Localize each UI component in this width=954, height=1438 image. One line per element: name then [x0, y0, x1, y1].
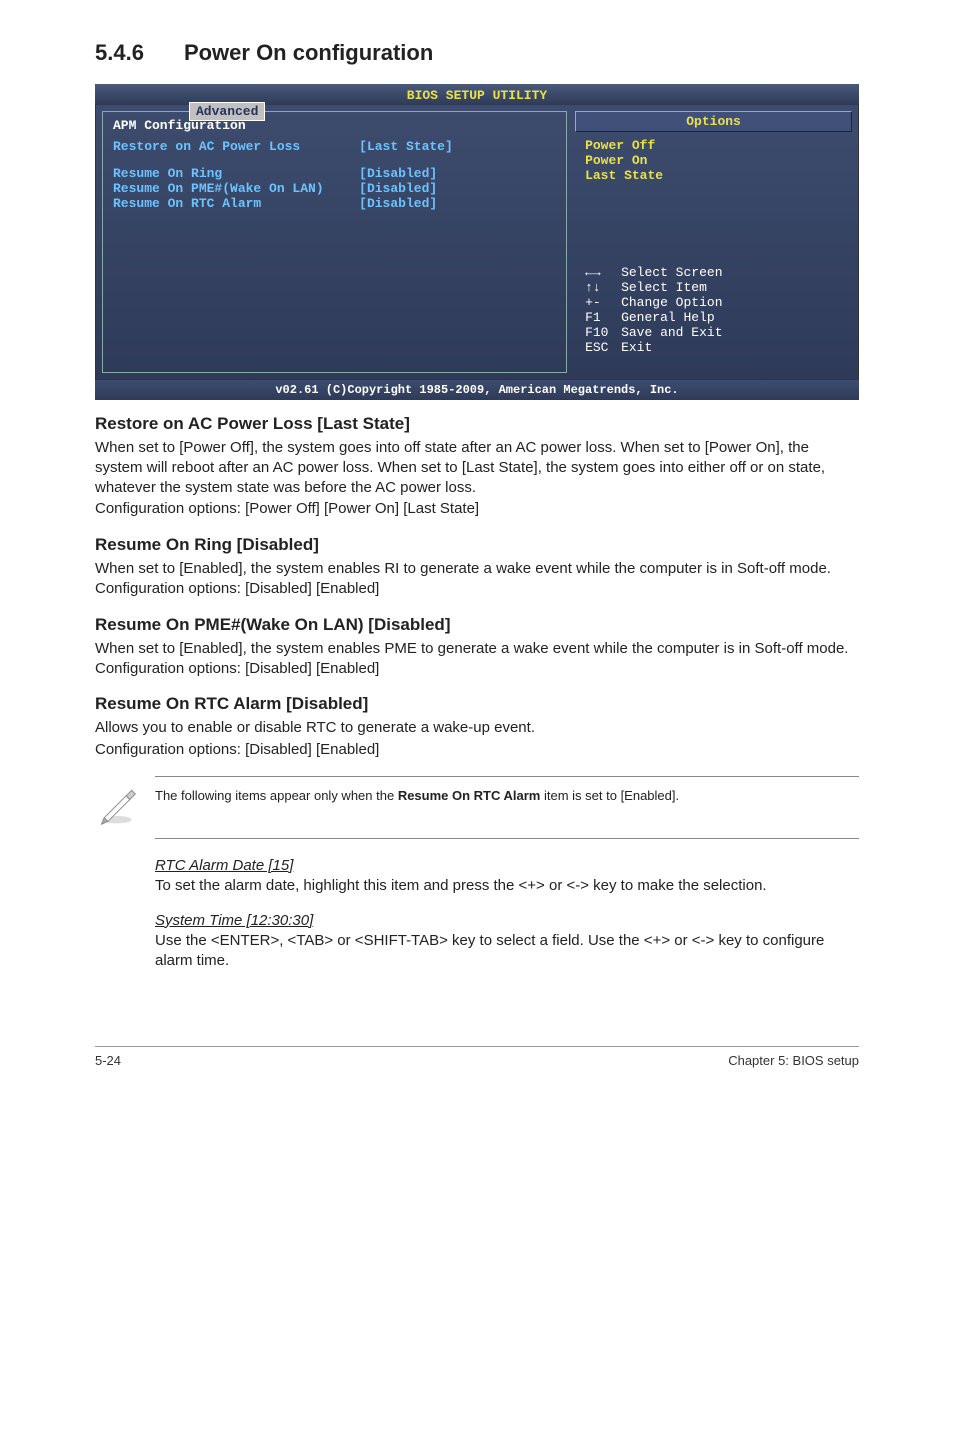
bios-setting-value: [Disabled]: [359, 196, 556, 211]
bios-left-panel: APM Configuration Restore on AC Power Lo…: [102, 111, 567, 373]
heading-resume-pme: Resume On PME#(Wake On LAN) [Disabled]: [95, 615, 859, 635]
bios-help-label: Exit: [621, 340, 652, 355]
bios-help-key: ↑↓: [585, 280, 621, 295]
para-resume-ring: When set to [Enabled], the system enable…: [95, 559, 859, 599]
note-text-pre: The following items appear only when the: [155, 788, 398, 803]
bios-utility-title: BIOS SETUP UTILITY: [407, 88, 547, 103]
bios-help-key: ESC: [585, 340, 621, 355]
bios-setting-value: [Disabled]: [359, 166, 556, 181]
para-resume-pme: When set to [Enabled], the system enable…: [95, 639, 859, 679]
note-text: The following items appear only when the…: [155, 783, 679, 805]
bios-setting-row: Resume On PME#(Wake On LAN)[Disabled]: [113, 181, 556, 196]
section-title: Power On configuration: [184, 40, 433, 65]
bios-screenshot: BIOS SETUP UTILITY Advanced APM Configur…: [95, 84, 859, 400]
bios-help-row: ←→Select Screen: [585, 265, 842, 280]
bios-help-key: +-: [585, 295, 621, 310]
pencil-note-icon: [95, 783, 155, 832]
bios-help-row: F10Save and Exit: [585, 325, 842, 340]
bios-help-label: Save and Exit: [621, 325, 722, 340]
bios-title-bar: BIOS SETUP UTILITY Advanced: [95, 84, 859, 105]
note-divider-bottom: [155, 838, 859, 839]
subheading-rtc-date: RTC Alarm Date [15]: [155, 857, 859, 874]
bios-option-item: Last State: [585, 168, 842, 183]
bios-setting-row: Resume On RTC Alarm[Disabled]: [113, 196, 556, 211]
bios-help-label: General Help: [621, 310, 715, 325]
bios-option-item: Power On: [585, 153, 842, 168]
para-restore-ac-1: When set to [Power Off], the system goes…: [95, 438, 859, 497]
bios-setting-key: Resume On Ring: [113, 166, 359, 181]
bios-help-row: +-Change Option: [585, 295, 842, 310]
bios-setting-key: Resume On PME#(Wake On LAN): [113, 181, 359, 196]
bios-help-panel: ←→Select Screen↑↓Select Item+-Change Opt…: [575, 259, 852, 373]
bios-right-panel: Options Power OffPower OnLast State ←→Se…: [575, 111, 852, 373]
heading-restore-ac: Restore on AC Power Loss [Last State]: [95, 414, 859, 434]
section-heading: 5.4.6 Power On configuration: [95, 40, 859, 66]
bios-help-label: Select Item: [621, 280, 707, 295]
bios-setting-value: [Last State]: [359, 139, 556, 154]
bios-setting-key: Resume On RTC Alarm: [113, 196, 359, 211]
bios-help-row: F1General Help: [585, 310, 842, 325]
para-rtc-date: To set the alarm date, highlight this it…: [155, 876, 859, 896]
bios-setting-row: Restore on AC Power Loss[Last State]: [113, 139, 556, 154]
para-system-time: Use the <ENTER>, <TAB> or <SHIFT-TAB> ke…: [155, 931, 859, 971]
bios-option-item: Power Off: [585, 138, 842, 153]
bios-help-key: F1: [585, 310, 621, 325]
bios-copyright: v02.61 (C)Copyright 1985-2009, American …: [95, 380, 859, 400]
bios-setting-row: Resume On Ring[Disabled]: [113, 166, 556, 181]
bios-setting-key: Restore on AC Power Loss: [113, 139, 359, 154]
page-footer: 5-24 Chapter 5: BIOS setup: [95, 1046, 859, 1068]
bios-options-list: Power OffPower OnLast State: [575, 132, 852, 189]
bios-help-label: Change Option: [621, 295, 722, 310]
note-text-bold: Resume On RTC Alarm: [398, 788, 541, 803]
para-resume-rtc-2: Configuration options: [Disabled] [Enabl…: [95, 740, 859, 760]
subheading-system-time: System Time [12:30:30]: [155, 912, 859, 929]
bios-setting-value: [Disabled]: [359, 181, 556, 196]
bios-help-key: ←→: [585, 265, 621, 280]
bios-help-row: ↑↓Select Item: [585, 280, 842, 295]
bios-tab-advanced: Advanced: [189, 102, 265, 121]
para-restore-ac-2: Configuration options: [Power Off] [Powe…: [95, 499, 859, 519]
bios-panel-title: APM Configuration: [113, 118, 556, 133]
bios-options-header: Options: [575, 111, 852, 132]
para-resume-rtc-1: Allows you to enable or disable RTC to g…: [95, 718, 859, 738]
chapter-label: Chapter 5: BIOS setup: [728, 1053, 859, 1068]
note-text-post: item is set to [Enabled].: [540, 788, 679, 803]
bios-help-row: ESCExit: [585, 340, 842, 355]
page-number: 5-24: [95, 1053, 121, 1068]
heading-resume-ring: Resume On Ring [Disabled]: [95, 535, 859, 555]
bios-help-label: Select Screen: [621, 265, 722, 280]
heading-resume-rtc: Resume On RTC Alarm [Disabled]: [95, 694, 859, 714]
bios-help-key: F10: [585, 325, 621, 340]
note-block: The following items appear only when the…: [95, 776, 859, 839]
section-number: 5.4.6: [95, 40, 144, 66]
